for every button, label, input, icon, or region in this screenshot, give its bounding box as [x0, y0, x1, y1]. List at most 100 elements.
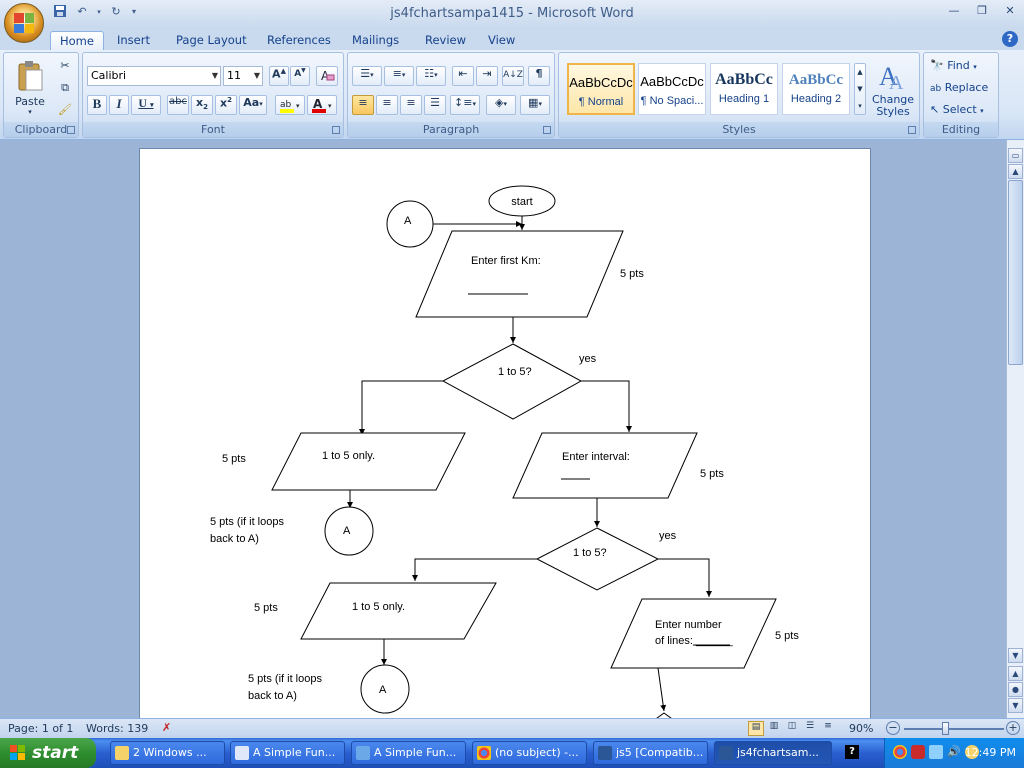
restore-button[interactable]: ❐: [974, 4, 990, 18]
shield-tray-icon[interactable]: [911, 745, 925, 759]
font-dialog-launcher[interactable]: [332, 126, 340, 134]
cut-icon[interactable]: ✂: [56, 58, 74, 76]
document-page[interactable]: start A Enter first Km: 5 pts 1 to 5? ye…: [139, 148, 871, 718]
help-icon[interactable]: ?: [1002, 31, 1018, 47]
bold-button[interactable]: B: [87, 95, 107, 115]
styles-dialog-launcher[interactable]: [908, 126, 916, 134]
zoom-slider[interactable]: [904, 728, 1004, 730]
taskbar-item-simple-fun-1[interactable]: A Simple Fun...: [230, 741, 345, 765]
flow-arrow-yes: [658, 558, 712, 597]
volume-tray-icon[interactable]: 🔊: [947, 745, 961, 759]
font-name-combo[interactable]: Calibri ▼: [87, 66, 221, 86]
borders-button[interactable]: ▦▾: [520, 95, 550, 115]
highlight-button[interactable]: ab ▾: [275, 95, 305, 115]
previous-page-icon[interactable]: ▲: [1008, 666, 1023, 681]
sort-button[interactable]: A↓Z: [502, 66, 524, 86]
line-spacing-button[interactable]: ↕≡▾: [450, 95, 480, 115]
next-page-icon[interactable]: ▼: [1008, 698, 1023, 713]
style-heading-1[interactable]: AaBbCc Heading 1: [710, 63, 778, 115]
print-layout-view-icon[interactable]: ▤: [748, 721, 764, 736]
italic-button[interactable]: I: [109, 95, 129, 115]
align-left-button[interactable]: ≡: [352, 95, 374, 115]
scroll-thumb[interactable]: [1008, 180, 1023, 365]
page-count[interactable]: Page: 1 of 1: [8, 722, 73, 735]
style-heading-2[interactable]: AaBbCc Heading 2: [782, 63, 850, 115]
taskbar-item-js4fchart[interactable]: js4fchartsam...: [714, 741, 832, 765]
copy-icon[interactable]: ⧉: [56, 80, 74, 98]
scroll-down-icon[interactable]: ▼: [1008, 648, 1023, 663]
network-tray-icon[interactable]: [929, 745, 943, 759]
shading-button[interactable]: ◈▾: [486, 95, 516, 115]
taskbar-item-simple-fun-2[interactable]: A Simple Fun...: [351, 741, 466, 765]
tab-references[interactable]: References: [258, 31, 340, 51]
input-lines-shape[interactable]: [610, 598, 777, 669]
draft-view-icon[interactable]: ≡: [820, 721, 836, 736]
input-interval-shape[interactable]: [512, 432, 698, 499]
help-tray-icon[interactable]: ?: [845, 745, 859, 759]
taskbar-item-no-subject[interactable]: (no subject) -...: [472, 741, 587, 765]
taskbar-item-windows[interactable]: 2 Windows ...: [110, 741, 225, 765]
clipboard-dialog-launcher[interactable]: [67, 126, 75, 134]
subscript-button[interactable]: x2: [191, 95, 213, 115]
tab-review[interactable]: Review: [416, 31, 475, 51]
zoom-level[interactable]: 90%: [849, 722, 873, 735]
justify-button[interactable]: ☰: [424, 95, 446, 115]
office-button[interactable]: [4, 3, 44, 43]
zoom-out-icon[interactable]: −: [886, 721, 900, 735]
select-browse-object-icon[interactable]: ●: [1008, 682, 1023, 697]
clear-formatting-button[interactable]: A: [316, 66, 338, 86]
decision-2-shape[interactable]: [535, 527, 660, 591]
strikethrough-button[interactable]: abc: [167, 95, 189, 115]
clock[interactable]: 12:49 PM: [965, 746, 1016, 759]
bullets-button[interactable]: ☰▾: [352, 66, 382, 86]
full-screen-reading-view-icon[interactable]: ▥: [766, 721, 782, 736]
font-size-combo[interactable]: 11 ▼: [223, 66, 263, 86]
format-painter-icon[interactable]: 🖌: [56, 102, 74, 120]
styles-scroll[interactable]: ▲ ▼ ▾: [854, 63, 866, 115]
change-case-button[interactable]: Aa▾: [239, 95, 267, 115]
show-paragraph-marks-button[interactable]: ¶: [528, 66, 550, 86]
scroll-up-icon[interactable]: ▲: [1008, 164, 1023, 179]
shrink-font-button[interactable]: A▼: [290, 66, 310, 86]
font-color-button[interactable]: A ▾: [307, 95, 337, 115]
paste-icon: [18, 61, 43, 91]
decrease-indent-button[interactable]: ⇤: [452, 66, 474, 86]
word-count[interactable]: Words: 139: [86, 722, 148, 735]
tab-mailings[interactable]: Mailings: [343, 31, 408, 51]
web-layout-view-icon[interactable]: ◫: [784, 721, 800, 736]
close-button[interactable]: ✕: [1002, 4, 1018, 18]
tab-page-layout[interactable]: Page Layout: [167, 31, 256, 51]
paragraph-dialog-launcher[interactable]: [543, 126, 551, 134]
tab-view[interactable]: View: [479, 31, 524, 51]
proofing-icon[interactable]: ✗: [162, 721, 171, 734]
minimize-button[interactable]: —: [946, 4, 962, 18]
paste-button[interactable]: Paste ▾: [8, 57, 52, 117]
underline-button[interactable]: U ▾: [131, 95, 161, 115]
vertical-scrollbar[interactable]: ▭ ▲ ▼ ▲ ● ▼: [1006, 140, 1024, 718]
tab-insert[interactable]: Insert: [108, 31, 159, 51]
zoom-in-icon[interactable]: +: [1006, 721, 1020, 735]
outline-view-icon[interactable]: ☰: [802, 721, 818, 736]
align-right-button[interactable]: ≡: [400, 95, 422, 115]
ruler-toggle-icon[interactable]: ▭: [1008, 148, 1023, 163]
chrome-tray-icon[interactable]: [893, 745, 907, 759]
tab-home[interactable]: Home: [50, 31, 104, 51]
taskbar-item-js5[interactable]: js5 [Compatib...: [593, 741, 708, 765]
align-center-button[interactable]: ≡: [376, 95, 398, 115]
style-normal[interactable]: AaBbCcDc ¶ Normal: [567, 63, 635, 115]
zoom-slider-thumb[interactable]: [942, 722, 949, 735]
grow-font-button[interactable]: A▲: [269, 66, 289, 86]
input-km-shape[interactable]: [415, 230, 624, 318]
replace-button[interactable]: ab Replace: [930, 81, 988, 94]
style-no-spacing[interactable]: AaBbCcDc ¶ No Spaci...: [638, 63, 706, 115]
superscript-button[interactable]: x2: [215, 95, 237, 115]
multilevel-list-button[interactable]: ☷▾: [416, 66, 446, 86]
start-button[interactable]: start: [0, 738, 96, 768]
increase-indent-button[interactable]: ⇥: [476, 66, 498, 86]
change-styles-button[interactable]: AA Change Styles: [869, 59, 917, 119]
numbering-button[interactable]: ≡▾: [384, 66, 414, 86]
decision-1-shape[interactable]: [441, 343, 583, 420]
find-button[interactable]: 🔭 Find ▾: [930, 59, 977, 72]
taskbar: start 2 Windows ... A Simple Fun... A Si…: [0, 738, 1024, 768]
select-button[interactable]: ↖ Select ▾: [930, 103, 984, 116]
